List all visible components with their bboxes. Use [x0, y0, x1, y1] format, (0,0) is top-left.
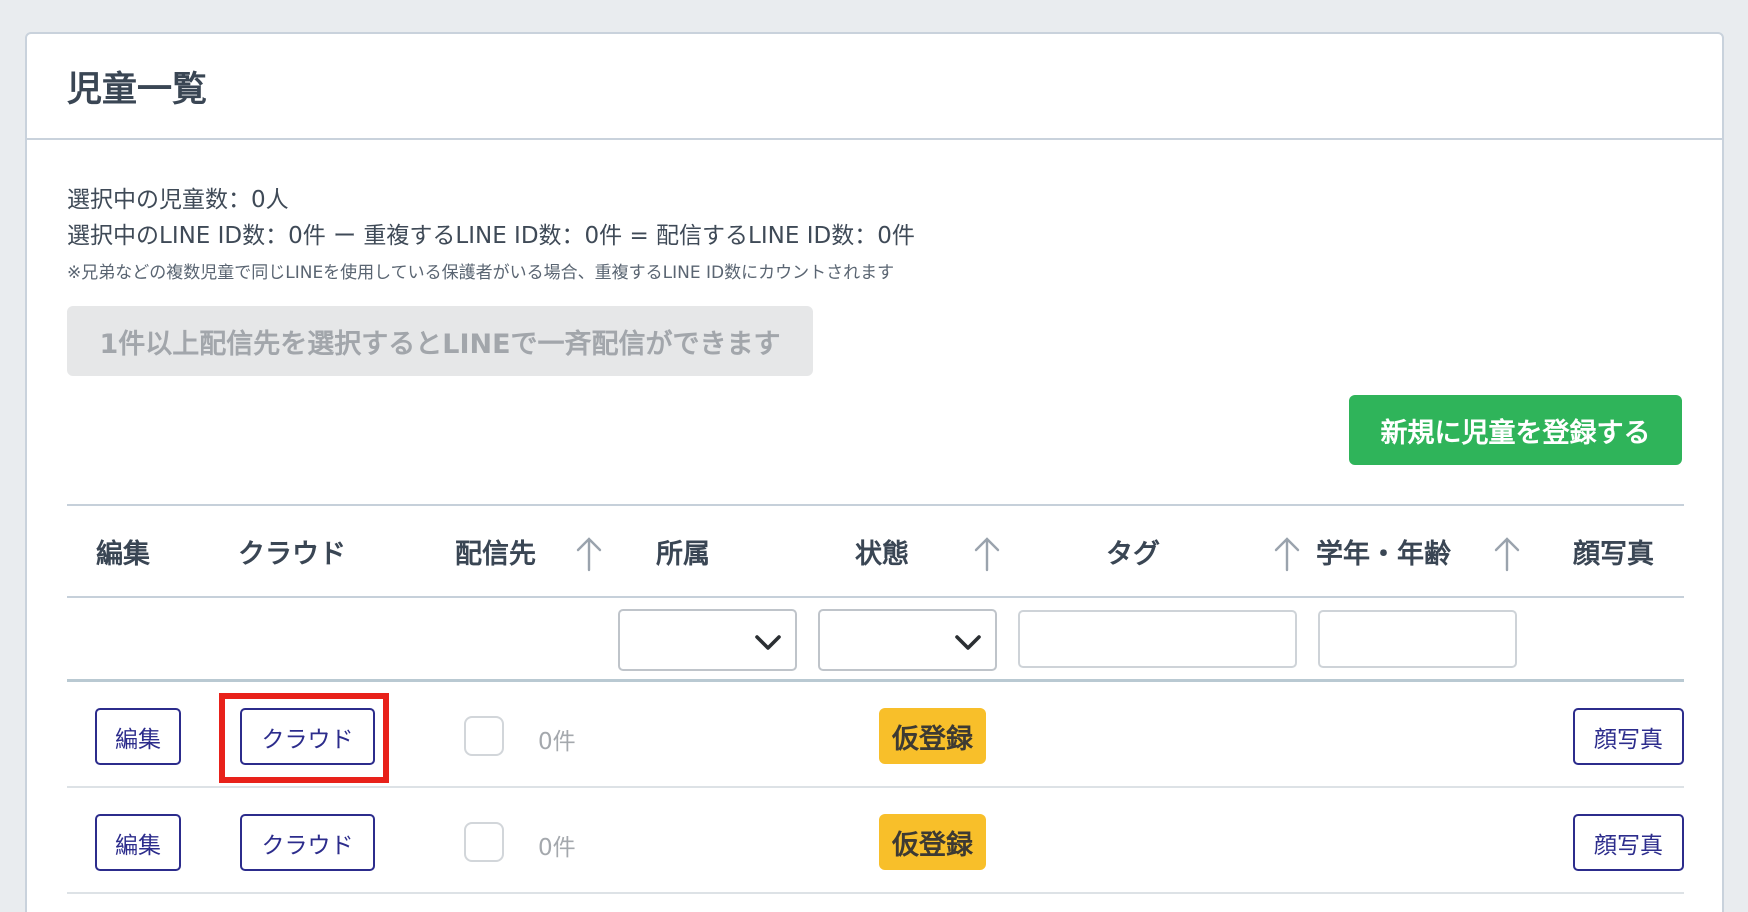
destination-checkbox[interactable] — [464, 716, 504, 756]
affiliation-filter-select[interactable] — [618, 609, 797, 671]
register-new-child-button[interactable]: 新規に児童を登録する — [1349, 395, 1682, 465]
bulk-line-send-button[interactable]: 1件以上配信先を選択するとLINEで一斉配信ができます — [67, 306, 813, 376]
status-filter-select[interactable] — [818, 609, 997, 671]
header-grade-age[interactable]: 学年・年齢 — [1316, 506, 1451, 596]
header-status[interactable]: 状態 — [855, 506, 909, 596]
photo-button[interactable]: 顔写真 — [1573, 708, 1684, 765]
duplicate-note: ※兄弟などの複数児童で同じLINEを使用している保護者がいる場合、重複するLIN… — [67, 263, 895, 283]
grade-filter-input[interactable] — [1318, 610, 1517, 668]
tag-filter-input[interactable] — [1018, 610, 1297, 668]
header-affiliation: 所属 — [656, 538, 710, 570]
destination-count: 0件 — [538, 729, 576, 755]
photo-button[interactable]: 顔写真 — [1573, 814, 1684, 871]
arrow-up-icon[interactable] — [574, 536, 604, 572]
header-cloud: クラウド — [238, 538, 346, 570]
filter-row — [67, 598, 1684, 682]
header-photo: 顔写真 — [1573, 538, 1654, 570]
arrow-up-icon[interactable] — [972, 536, 1002, 572]
edit-button[interactable]: 編集 — [95, 708, 181, 765]
cloud-button[interactable]: クラウド — [240, 814, 375, 871]
table-header: 編集 クラウド 配信先 所属 状態 タグ 学年・年齢 顔写真 — [67, 504, 1684, 598]
edit-button[interactable]: 編集 — [95, 814, 181, 871]
header-tag[interactable]: タグ — [1106, 506, 1160, 596]
page-title: 児童一覧 — [67, 69, 208, 110]
selected-children-count: 選択中の児童数：0人 — [67, 187, 289, 213]
chevron-down-icon — [753, 631, 783, 653]
destination-checkbox[interactable] — [464, 822, 504, 862]
status-badge: 仮登録 — [879, 814, 986, 870]
destination-count: 0件 — [538, 835, 576, 861]
header-destination[interactable]: 配信先 — [455, 506, 536, 596]
children-list-card: 児童一覧 選択中の児童数：0人 選択中のLINE ID数：0件 ー 重複するLI… — [25, 32, 1724, 912]
children-table: 編集 クラウド 配信先 所属 状態 タグ 学年・年齢 顔写真 編集 クラウド 0… — [67, 504, 1684, 894]
table-row: 編集 クラウド 0件 仮登録 顔写真 — [67, 788, 1684, 894]
cloud-button[interactable]: クラウド — [240, 708, 375, 765]
line-id-counts: 選択中のLINE ID数：0件 ー 重複するLINE ID数：0件 = 配信する… — [67, 223, 915, 249]
card-header: 児童一覧 — [27, 34, 1722, 140]
status-badge: 仮登録 — [879, 708, 986, 764]
chevron-down-icon — [953, 631, 983, 653]
arrow-up-icon[interactable] — [1492, 536, 1522, 572]
table-row: 編集 クラウド 0件 仮登録 顔写真 — [67, 682, 1684, 788]
arrow-up-icon[interactable] — [1272, 536, 1302, 572]
header-edit: 編集 — [96, 538, 150, 570]
